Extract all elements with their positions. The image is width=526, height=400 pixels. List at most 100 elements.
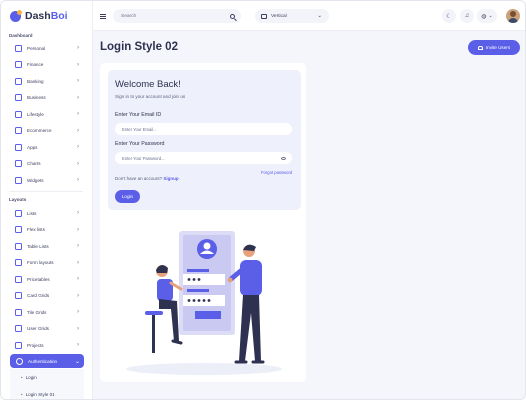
- sidebar-item-label: Flex lists: [27, 227, 45, 233]
- field-line-2: [187, 289, 209, 292]
- sidebar-item-business[interactable]: Business ›: [1, 90, 93, 107]
- sidebar-item-label: Finance: [27, 62, 44, 68]
- stool-leg: [152, 315, 155, 353]
- sidebar-item-apps[interactable]: Apps ›: [1, 139, 93, 156]
- sidebar-item-label: Form layouts: [27, 260, 54, 266]
- sidebar-item-personal[interactable]: Personal ›: [1, 40, 93, 57]
- form-icon: [15, 259, 22, 267]
- search-placeholder: Search: [121, 13, 137, 19]
- logo-icon: [10, 9, 22, 22]
- sidebar-item-authentication[interactable]: Authentication ⌄: [10, 354, 84, 368]
- field-line: [187, 269, 209, 272]
- globe-icon: ◍: [481, 13, 487, 20]
- dashboard-nav: Personal › Finance › Banking › Business › Li…: [1, 40, 93, 189]
- auth-submenu: Login Login Style 01: [10, 369, 84, 399]
- avatar[interactable]: [506, 9, 520, 23]
- sidebar-item-pricetables[interactable]: Pricetables ›: [1, 271, 93, 288]
- sidebar-item-label: Banking: [27, 78, 44, 84]
- search-input[interactable]: Search: [113, 9, 241, 23]
- sidebar-item-form-layouts[interactable]: Form layouts ›: [1, 255, 93, 272]
- sidebar-item-label: Pricetables: [27, 276, 50, 282]
- sidebar-item-label: Table Lists: [27, 243, 49, 249]
- search-icon[interactable]: [230, 13, 235, 19]
- cart-icon: [15, 127, 22, 135]
- sidebar-item-label: Projects: [27, 342, 44, 348]
- widget-icon: [15, 176, 22, 184]
- moon-icon[interactable]: ☾: [442, 9, 456, 23]
- email-field[interactable]: Enter Your Email...: [115, 123, 292, 135]
- sidebar-item-projects[interactable]: Projects ›: [1, 337, 93, 354]
- flex-list-icon: [15, 226, 22, 234]
- welcome-subtitle: Sign in to your account and join us: [115, 94, 186, 99]
- login-form-panel: [108, 70, 301, 210]
- top-header: Search Vertical ⌄ ☾ ♫ ◍ ⌄: [93, 1, 525, 31]
- man-torso: [240, 260, 262, 296]
- sidebar-item-user-grids[interactable]: User Grids ›: [1, 321, 93, 338]
- sidebar-item-flex-lists[interactable]: Flex lists ›: [1, 222, 93, 239]
- password-dots: [187, 278, 201, 281]
- sidebar-item-label: Business: [27, 95, 46, 101]
- chevron-right-icon: ›: [77, 325, 79, 332]
- sidebar-item-label: Personal: [27, 45, 46, 51]
- chevron-right-icon: ›: [77, 94, 79, 101]
- chevron-right-icon: ›: [77, 309, 79, 316]
- section-label-layouts: Layouts: [9, 197, 27, 202]
- page-title: Login Style 02: [100, 41, 178, 53]
- forgot-password-link[interactable]: Forgot password: [261, 170, 292, 175]
- brand-logo[interactable]: DashBoi: [10, 9, 68, 23]
- sidebar-item-label: Lifestyle: [27, 111, 44, 117]
- bell-icon[interactable]: ♫: [460, 9, 474, 23]
- login-illustration: [126, 231, 282, 375]
- chevron-right-icon: ›: [77, 160, 79, 167]
- project-icon: [15, 341, 22, 349]
- submenu-item-login-style-01[interactable]: Login Style 01: [21, 392, 55, 397]
- tile-grid-icon: [15, 308, 22, 316]
- sidebar-item-table-lists[interactable]: Table Lists ›: [1, 238, 93, 255]
- sidebar-item-lifestyle[interactable]: Lifestyle ›: [1, 106, 93, 123]
- sidebar-item-card-grids[interactable]: Card Grids ›: [1, 288, 93, 305]
- sidebar-item-label: Ecommerce: [27, 128, 52, 134]
- signup-link[interactable]: Signup: [163, 176, 178, 181]
- chevron-right-icon: ›: [77, 276, 79, 283]
- list-icon: [15, 209, 22, 217]
- password-placeholder: Enter Your Password...: [122, 155, 165, 161]
- chevron-right-icon: ›: [77, 342, 79, 349]
- section-label-dashboard: Dashboard: [9, 33, 33, 38]
- sidebar-item-label: Apps: [27, 144, 38, 150]
- menu-icon[interactable]: [100, 14, 106, 19]
- language-button[interactable]: ◍ ⌄: [477, 9, 497, 23]
- email-placeholder: Enter Your Email...: [122, 126, 157, 132]
- welcome-title: Welcome Back!: [115, 79, 181, 90]
- sidebar-item-lists[interactable]: Lists ›: [1, 205, 93, 222]
- chevron-right-icon: ›: [77, 243, 79, 250]
- invite-users-button[interactable]: Invite Users: [468, 40, 520, 55]
- sidebar-item-label: Card Grids: [27, 293, 50, 299]
- password-field[interactable]: Enter Your Password...: [115, 152, 292, 164]
- sidebar-item-charts[interactable]: Charts ›: [1, 156, 93, 173]
- sidebar-item-finance[interactable]: Finance ›: [1, 57, 93, 74]
- sidebar-item-banking[interactable]: Banking ›: [1, 73, 93, 90]
- price-icon: [15, 275, 22, 283]
- sidebar-item-tile-grids[interactable]: Tile Grids ›: [1, 304, 93, 321]
- table-icon: [15, 242, 22, 250]
- user-add-icon: [477, 45, 483, 50]
- invite-users-label: Invite Users: [485, 45, 511, 50]
- signup-prompt: Don't have an account? Signup: [115, 176, 179, 181]
- sidebar-item-widgets[interactable]: Widgets ›: [1, 172, 93, 189]
- lifestyle-icon: [15, 110, 22, 118]
- submenu-item-login[interactable]: Login: [21, 375, 37, 380]
- eye-icon[interactable]: [281, 156, 286, 160]
- layout-select-value: Vertical: [271, 13, 287, 19]
- sidebar-divider: [9, 191, 83, 192]
- sidebar-item-ecommerce[interactable]: Ecommerce ›: [1, 123, 93, 140]
- sidebar-item-label: Lists: [27, 210, 37, 216]
- login-button[interactable]: Login: [115, 190, 140, 203]
- man-legs: [239, 295, 261, 361]
- sidebar-item-label: Charts: [27, 161, 41, 167]
- layout-select[interactable]: Vertical ⌄: [255, 9, 329, 23]
- sidebar-item-label: User Grids: [27, 326, 49, 332]
- chevron-right-icon: ›: [77, 144, 79, 151]
- floor-shadow: [126, 363, 282, 375]
- finance-icon: [15, 61, 22, 69]
- apps-icon: [15, 143, 22, 151]
